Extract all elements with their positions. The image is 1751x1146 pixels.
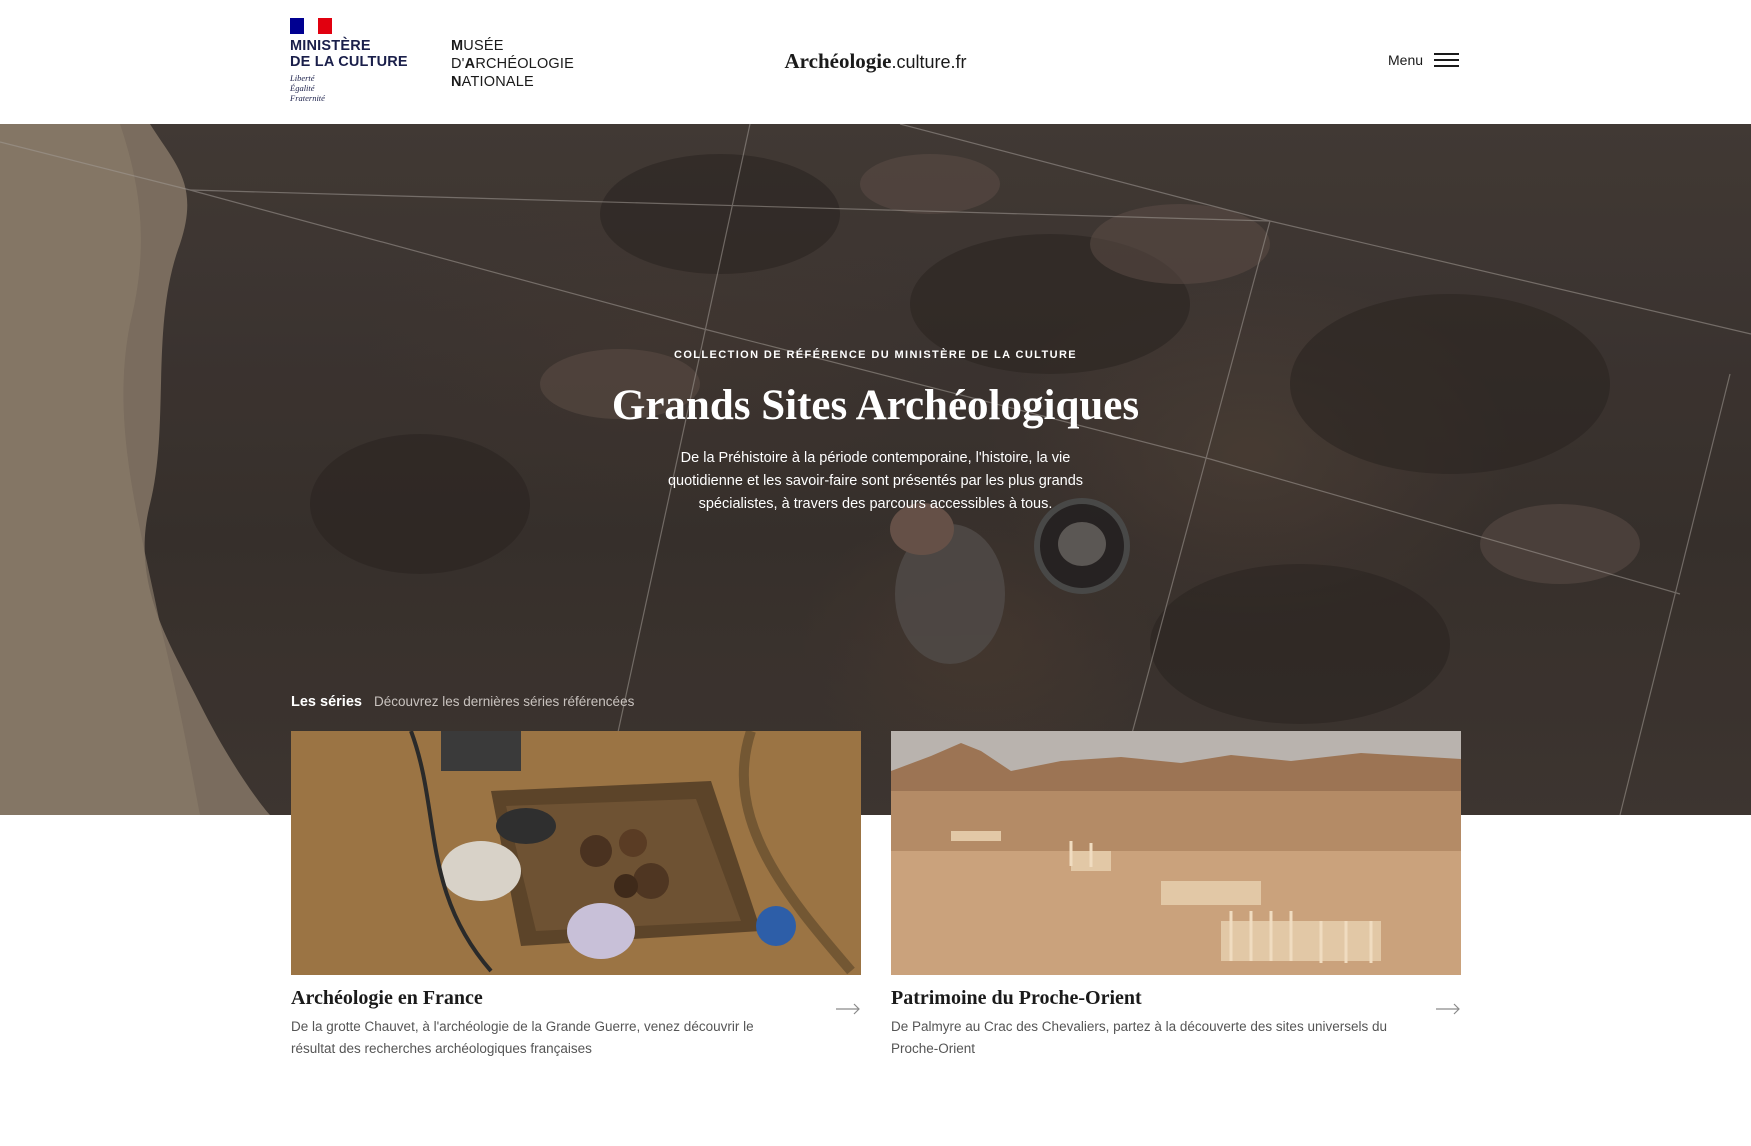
republic-motto: Liberté Égalité Fraternité [290, 73, 408, 103]
arrow-right-icon [1436, 1003, 1460, 1015]
hero-title: Grands Sites Archéologiques [611, 382, 1140, 429]
hero-banner: COLLECTION DE RÉFÉRENCE DU MINISTÈRE DE … [0, 124, 1751, 815]
hamburger-menu-icon [1434, 53, 1460, 67]
motto-liberte: Liberté [290, 73, 315, 83]
site-header: MINISTÈRE DE LA CULTURE Liberté Égalité … [0, 0, 1751, 124]
museum-initial-n: N [451, 74, 462, 90]
card-description: De Palmyre au Crac des Chevaliers, parte… [891, 1019, 1387, 1056]
card-image-palmyra [891, 731, 1461, 975]
series-title: Les séries [291, 694, 362, 710]
french-flag-icon [290, 18, 332, 34]
series-card-proche-orient[interactable]: Patrimoine du Proche-Orient De Palmyre a… [891, 731, 1461, 1060]
card-title: Patrimoine du Proche-Orient [891, 987, 1142, 1009]
card-image-excavation [291, 731, 861, 975]
motto-fraternite: Fraternité [290, 93, 325, 103]
site-logo-main: Archéologie [784, 49, 892, 73]
series-card-archeologie-france[interactable]: Archéologie en France De la grotte Chauv… [291, 731, 861, 1060]
motto-egalite: Égalité [290, 83, 315, 93]
menu-label: Menu [1388, 52, 1424, 68]
museum-line3: ATIONALE [461, 74, 534, 90]
site-logo[interactable]: Archéologie.culture.fr [0, 49, 1751, 74]
hero-eyebrow: COLLECTION DE RÉFÉRENCE DU MINISTÈRE DE … [673, 349, 1078, 361]
series-subtitle: Découvrez les dernières séries référencé… [373, 694, 635, 709]
site-logo-domain: .culture.fr [891, 52, 967, 72]
card-title: Archéologie en France [291, 987, 483, 1009]
series-header: Les séries Découvrez les dernières série… [291, 694, 634, 710]
arrow-right-icon [836, 1003, 860, 1015]
hero-description: De la Préhistoire à la période contempor… [667, 450, 1084, 512]
card-description: De la grotte Chauvet, à l'archéologie de… [291, 1019, 754, 1056]
menu-button[interactable]: Menu [1388, 52, 1460, 68]
